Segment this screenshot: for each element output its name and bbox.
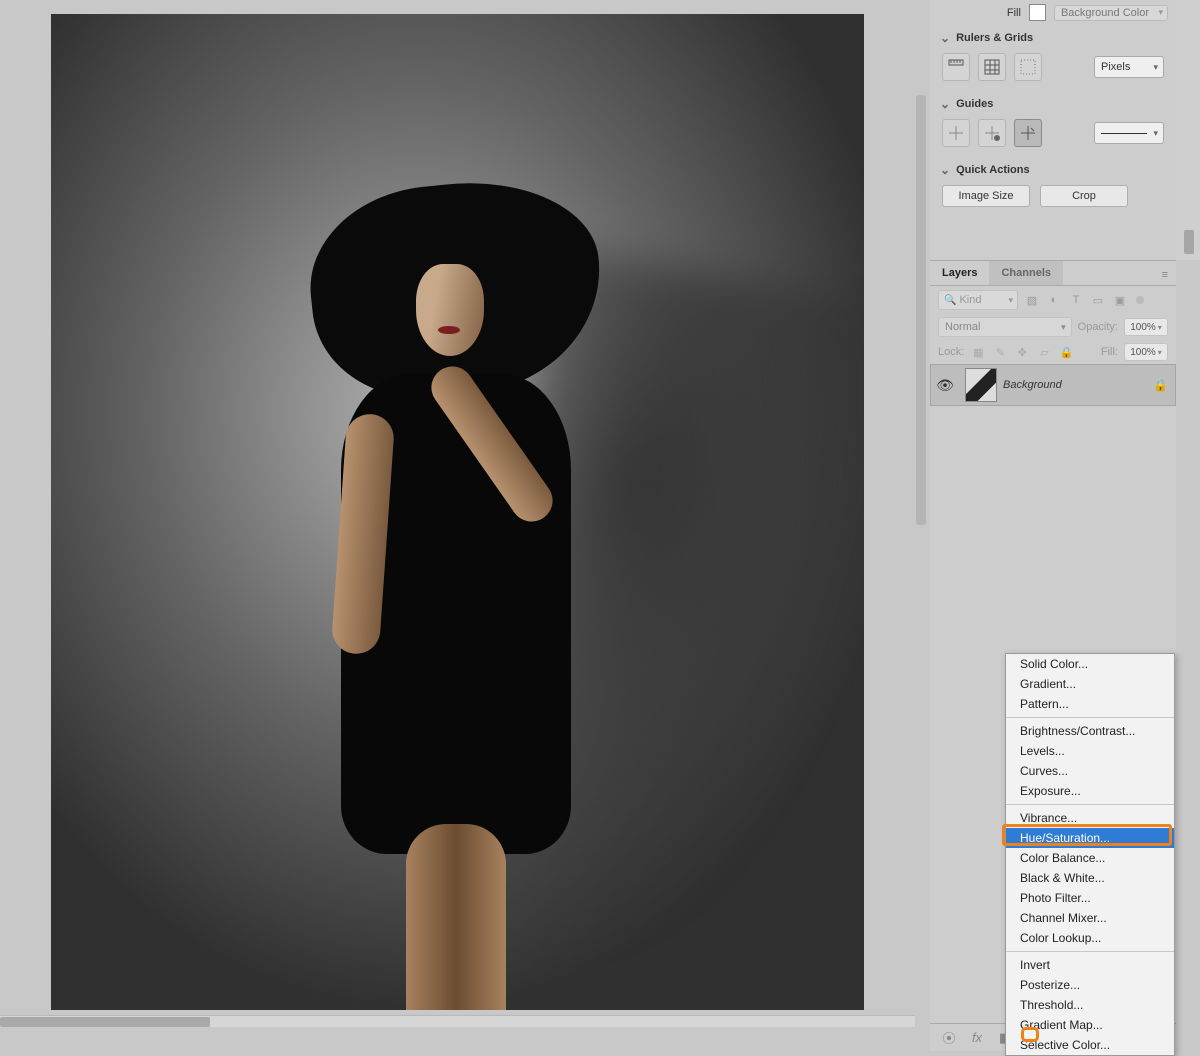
panel-scrollbar[interactable] — [1176, 0, 1200, 260]
layer-fill-label: Fill: — [1101, 346, 1118, 358]
guide-style-select[interactable] — [1094, 122, 1164, 144]
tab-channels[interactable]: Channels — [989, 261, 1063, 285]
grid-toggle-button[interactable] — [978, 53, 1006, 81]
menu-item-channel-mixer[interactable]: Channel Mixer... — [1006, 908, 1174, 928]
horizontal-scrollbar[interactable] — [0, 1015, 915, 1027]
ruler-units-select[interactable]: Pixels — [1094, 56, 1164, 78]
opacity-label: Opacity: — [1078, 321, 1118, 333]
blend-mode-select[interactable]: Normal — [938, 317, 1072, 337]
menu-item-posterize[interactable]: Posterize... — [1006, 975, 1174, 995]
fill-mode-select[interactable]: Background Color — [1054, 5, 1168, 21]
visibility-eye-icon[interactable]: 👁 — [931, 377, 959, 394]
quick-actions-title: Quick Actions — [956, 164, 1030, 176]
pixel-grid-button[interactable] — [1014, 53, 1042, 81]
panel-menu-icon[interactable]: ≡ — [1154, 261, 1176, 285]
guides-title: Guides — [956, 98, 993, 110]
link-layers-icon[interactable]: ⦿ — [940, 1028, 958, 1047]
lock-pixels-icon[interactable]: ✎ — [992, 346, 1008, 359]
menu-item-gradient-map[interactable]: Gradient Map... — [1006, 1015, 1174, 1035]
figure — [321, 184, 601, 1010]
fill-label: Fill — [1007, 7, 1021, 19]
lock-transparent-icon[interactable]: ▦ — [970, 346, 986, 359]
filter-toggle-icon[interactable] — [1136, 296, 1144, 304]
guides-toggle-button[interactable] — [942, 119, 970, 147]
menu-item-gradient[interactable]: Gradient... — [1006, 674, 1174, 694]
tab-layers[interactable]: Layers — [930, 261, 989, 285]
rulers-grids-title: Rulers & Grids — [956, 32, 1033, 44]
crop-button[interactable]: Crop — [1040, 185, 1128, 207]
menu-item-vibrance[interactable]: Vibrance... — [1006, 808, 1174, 828]
filter-adjustment-icon[interactable]: ◐ — [1046, 292, 1062, 308]
guides-lock-button[interactable] — [978, 119, 1006, 147]
layer-thumbnail[interactable] — [965, 368, 997, 402]
layer-row[interactable]: 👁 Background 🔒 — [930, 364, 1176, 406]
menu-item-photo-filter[interactable]: Photo Filter... — [1006, 888, 1174, 908]
filter-pixel-icon[interactable]: ▧ — [1024, 292, 1040, 308]
chevron-down-icon[interactable] — [940, 163, 950, 177]
guide-line-icon — [1101, 133, 1147, 134]
menu-item-curves[interactable]: Curves... — [1006, 761, 1174, 781]
menu-item-color-lookup[interactable]: Color Lookup... — [1006, 928, 1174, 948]
opacity-value[interactable]: 100% — [1124, 318, 1168, 336]
menu-item-exposure[interactable]: Exposure... — [1006, 781, 1174, 801]
menu-item-levels[interactable]: Levels... — [1006, 741, 1174, 761]
document-canvas[interactable] — [51, 14, 864, 1010]
lock-label: Lock: — [938, 346, 964, 358]
menu-item-solid-color[interactable]: Solid Color... — [1006, 654, 1174, 674]
chevron-down-icon[interactable] — [940, 97, 950, 111]
properties-panel: Fill Background Color Rulers & Grids Pix… — [930, 0, 1176, 260]
menu-item-selective-color[interactable]: Selective Color... — [1006, 1035, 1174, 1055]
chevron-down-icon[interactable] — [940, 31, 950, 45]
filter-type-icon[interactable]: T — [1068, 292, 1084, 308]
canvas-area — [0, 0, 915, 1030]
menu-item-invert[interactable]: Invert — [1006, 955, 1174, 975]
lock-position-icon[interactable]: ✥ — [1014, 346, 1030, 359]
layer-lock-icon[interactable]: 🔒 — [1153, 378, 1175, 392]
menu-item-pattern[interactable]: Pattern... — [1006, 694, 1174, 714]
lock-all-icon[interactable]: 🔒 — [1058, 346, 1074, 359]
vertical-scrollbar[interactable] — [916, 95, 926, 525]
smart-guides-button[interactable] — [1014, 119, 1042, 147]
menu-item-hue-saturation[interactable]: Hue/Saturation... — [1006, 828, 1174, 848]
menu-item-threshold[interactable]: Threshold... — [1006, 995, 1174, 1015]
menu-item-color-balance[interactable]: Color Balance... — [1006, 848, 1174, 868]
layer-name[interactable]: Background — [1003, 379, 1153, 391]
adjustment-layer-menu: Solid Color...Gradient...Pattern... Brigh… — [1005, 653, 1175, 1056]
layer-fill-value[interactable]: 100% — [1124, 343, 1168, 361]
legs-shape — [406, 824, 506, 1010]
face-shape — [416, 264, 484, 356]
fill-swatch[interactable] — [1029, 4, 1046, 21]
menu-item-black-white[interactable]: Black & White... — [1006, 868, 1174, 888]
filter-smart-icon[interactable]: ▣ — [1112, 292, 1128, 308]
lock-artboard-icon[interactable]: ▱ — [1036, 346, 1052, 359]
image-size-button[interactable]: Image Size — [942, 185, 1030, 207]
layer-style-icon[interactable]: fx — [968, 1030, 986, 1045]
menu-item-brightness-contrast[interactable]: Brightness/Contrast... — [1006, 721, 1174, 741]
filter-shape-icon[interactable]: ▭ — [1090, 292, 1106, 308]
ruler-toggle-button[interactable] — [942, 53, 970, 81]
layer-kind-select[interactable]: Kind — [938, 290, 1018, 310]
